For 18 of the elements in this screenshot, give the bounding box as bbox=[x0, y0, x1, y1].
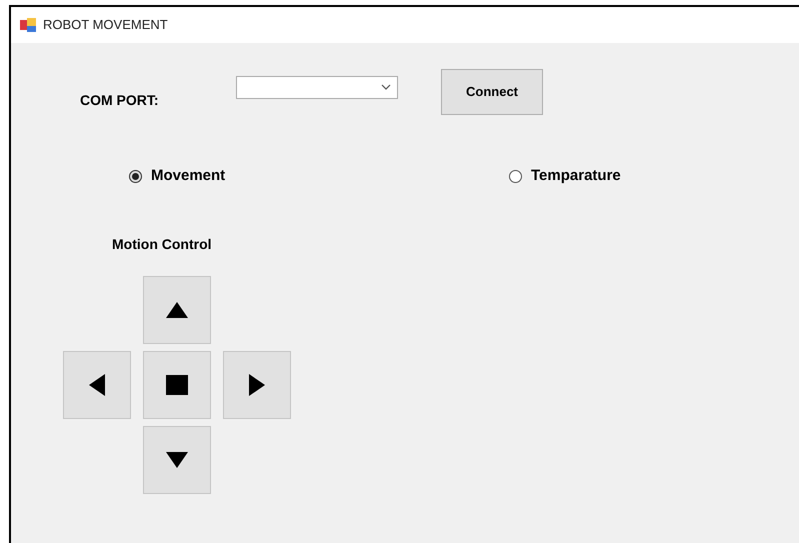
down-button[interactable] bbox=[143, 426, 211, 494]
motion-control-title: Motion Control bbox=[112, 235, 213, 254]
chevron-down-icon bbox=[381, 84, 391, 90]
mode-radio[interactable]: Movement bbox=[129, 164, 226, 188]
right-arrow-icon bbox=[249, 374, 265, 396]
left-arrow-icon bbox=[89, 374, 105, 396]
connect-button[interactable]: Connect bbox=[441, 69, 543, 115]
right-button[interactable] bbox=[223, 351, 291, 419]
up-arrow-icon bbox=[166, 302, 188, 318]
stop-icon bbox=[166, 375, 188, 395]
com-port-label: COM PORT: bbox=[80, 90, 160, 110]
window-title: ROBOT MOVEMENT bbox=[43, 16, 168, 34]
mode-radio[interactable]: Temparature bbox=[509, 164, 621, 188]
up-button[interactable] bbox=[143, 276, 211, 344]
down-arrow-icon bbox=[166, 452, 188, 468]
app-icon bbox=[20, 18, 36, 32]
stop-button[interactable] bbox=[143, 351, 211, 419]
left-button[interactable] bbox=[63, 351, 131, 419]
